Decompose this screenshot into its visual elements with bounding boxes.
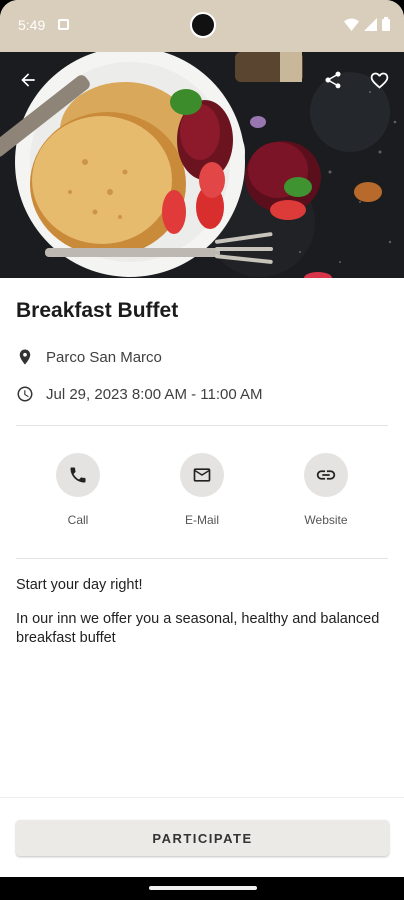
- bottom-divider: [0, 797, 404, 798]
- camera-cutout: [190, 12, 216, 38]
- call-icon-circle: [56, 453, 100, 497]
- location-row: Parco San Marco: [16, 347, 162, 367]
- wifi-icon: [344, 18, 359, 31]
- back-button[interactable]: [12, 64, 44, 96]
- event-tagline: Start your day right!: [16, 577, 143, 593]
- arrow-left-icon: [21, 73, 35, 87]
- status-bar: 5:49: [0, 0, 404, 52]
- participate-button[interactable]: PARTICIPATE: [16, 820, 389, 856]
- status-icons: [344, 17, 390, 31]
- email-label: E-Mail: [184, 513, 219, 527]
- datetime-row: Jul 29, 2023 8:00 AM - 11:00 AM: [16, 385, 263, 403]
- notification-icon: [58, 19, 69, 30]
- home-gesture-handle[interactable]: [149, 886, 257, 890]
- divider: [16, 558, 388, 559]
- call-button[interactable]: Call: [33, 453, 123, 527]
- heart-outline-icon: [370, 72, 388, 89]
- website-label: Website: [304, 513, 348, 527]
- event-location: Parco San Marco: [46, 348, 162, 366]
- call-label: Call: [67, 513, 89, 527]
- link-icon: [316, 470, 336, 480]
- event-hero-image: [0, 52, 404, 278]
- event-title: Breakfast Buffet: [16, 299, 179, 322]
- favorite-button[interactable]: [363, 64, 395, 96]
- email-icon-circle: [180, 453, 224, 497]
- website-button[interactable]: Website: [281, 453, 371, 527]
- signal-icon: [364, 17, 377, 31]
- event-datetime: Jul 29, 2023 8:00 AM - 11:00 AM: [46, 385, 263, 403]
- share-icon: [325, 71, 341, 89]
- phone-icon: [70, 467, 86, 483]
- location-pin-icon: [19, 349, 31, 365]
- event-description: In our inn we offer you a seasonal, heal…: [16, 611, 380, 646]
- email-button[interactable]: E-Mail: [157, 453, 247, 527]
- share-button[interactable]: [317, 64, 349, 96]
- divider: [16, 425, 388, 426]
- battery-icon: [382, 17, 390, 31]
- mail-icon: [193, 468, 211, 482]
- clock-icon: [17, 386, 33, 402]
- status-time: 5:49: [18, 17, 46, 33]
- website-icon-circle: [304, 453, 348, 497]
- app-screen: 5:49 Breakfast Buffet Parco San Marco Ju…: [0, 0, 404, 900]
